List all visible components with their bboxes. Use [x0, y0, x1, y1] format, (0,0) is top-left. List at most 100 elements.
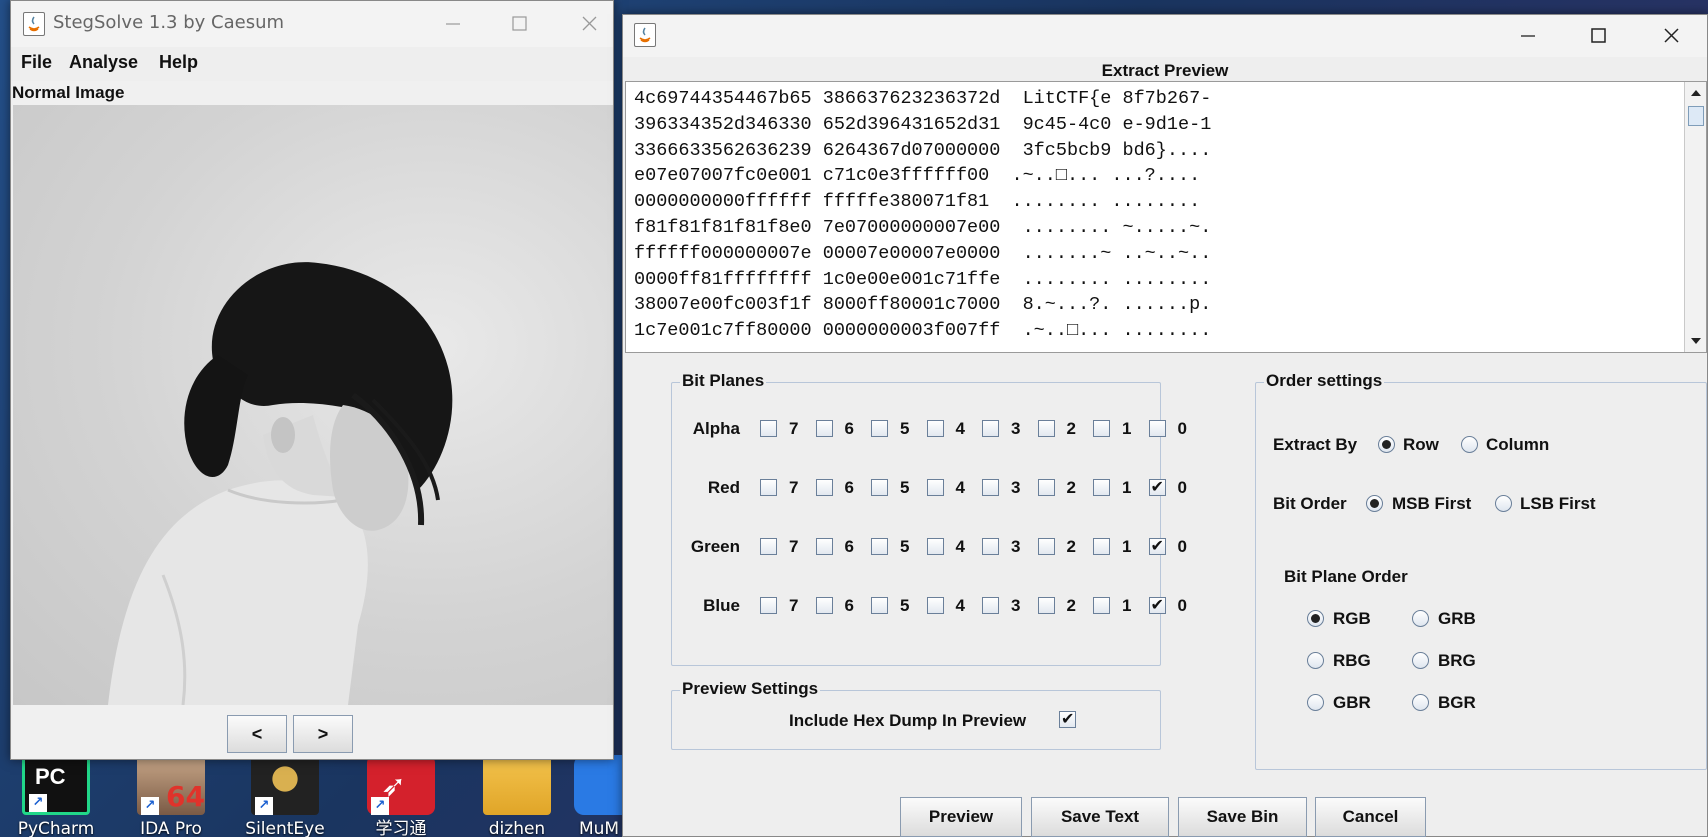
bit-plane-checkbox-green-1[interactable] — [1093, 538, 1110, 555]
desktop-icon-pycharm[interactable]: PC ↗ PyCharm — [8, 755, 104, 837]
close-button[interactable] — [1651, 21, 1691, 51]
menu-file[interactable]: File — [21, 52, 52, 73]
plane-order-rgb-radio[interactable] — [1307, 610, 1324, 627]
save-text-button[interactable]: Save Text — [1031, 797, 1169, 837]
bit-plane-checkbox-alpha-0[interactable] — [1148, 420, 1166, 437]
hex-dump-line: 396334352d346330 652d396431652d31 9c45-4… — [634, 113, 1212, 135]
bit-plane-row-label-red: Red — [707, 478, 740, 497]
maximize-button[interactable] — [1578, 21, 1618, 51]
desktop-icon-label: MuM — [578, 819, 620, 837]
scroll-up-icon[interactable] — [1688, 85, 1704, 101]
bit-number-label: 3 — [1011, 596, 1021, 615]
bit-order-label: Bit Order — [1273, 494, 1347, 513]
desktop-icon-dizhen[interactable]: dizhen — [469, 755, 565, 837]
bit-number-label: 0 — [1177, 537, 1187, 556]
bit-plane-checkbox-red-2[interactable] — [1037, 479, 1055, 496]
bit-plane-checkbox-red-1[interactable] — [1093, 479, 1110, 496]
bit-number-label: 3 — [1011, 537, 1021, 556]
bit-plane-checkbox-alpha-5[interactable] — [871, 420, 888, 437]
bit-plane-checkbox-blue-5[interactable] — [871, 597, 888, 614]
hex-dump-line: 0000ff81ffffffff 1c0e00e001c71ffe ......… — [634, 268, 1212, 290]
vertical-scrollbar[interactable] — [1684, 82, 1706, 352]
scroll-thumb[interactable] — [1688, 106, 1704, 126]
previous-button[interactable]: < — [227, 715, 287, 753]
bit-plane-order-label: Bit Plane Order — [1284, 567, 1408, 586]
bit-plane-checkbox-red-6[interactable] — [815, 479, 833, 496]
bit-plane-checkbox-blue-4[interactable] — [926, 597, 944, 614]
lsb-first-radio[interactable] — [1495, 495, 1512, 512]
maximize-button[interactable] — [499, 9, 539, 39]
minimize-button[interactable] — [433, 9, 473, 39]
bit-planes-title: Bit Planes — [680, 371, 767, 391]
hex-dump-line: 38007e00fc003f1f 8000ff80001c7000 8.~...… — [634, 294, 1212, 316]
bit-plane-checkbox-green-2[interactable] — [1037, 538, 1055, 555]
bit-number-label: 4 — [955, 596, 965, 615]
bit-plane-checkbox-red-0[interactable] — [1148, 477, 1166, 496]
bit-plane-checkbox-red-7[interactable] — [760, 479, 777, 496]
desktop-icon-mumu[interactable]: MuM — [574, 755, 624, 837]
bit-plane-checkbox-green-4[interactable] — [926, 538, 944, 555]
bit-plane-checkbox-green-6[interactable] — [815, 538, 833, 555]
plane-order-grb-radio[interactable] — [1412, 610, 1429, 627]
minimize-button[interactable] — [1508, 21, 1548, 51]
bit-plane-checkbox-alpha-4[interactable] — [926, 420, 944, 437]
stegsolve-window: StegSolve 1.3 by Caesum File Analyse Hel… — [10, 0, 614, 760]
scroll-down-icon[interactable] — [1688, 333, 1704, 349]
java-icon — [634, 23, 656, 47]
preview-button[interactable]: Preview — [900, 797, 1022, 837]
hex-dump-line: f81f81f81f81f8e0 7e07000000007e00 ......… — [634, 216, 1212, 238]
bit-plane-checkbox-alpha-6[interactable] — [815, 420, 833, 437]
bit-number-label: 7 — [789, 419, 799, 438]
bit-number-label: 1 — [1122, 419, 1132, 438]
bit-plane-checkbox-blue-1[interactable] — [1093, 597, 1110, 614]
close-button[interactable] — [569, 9, 609, 39]
extract-by-row-radio[interactable] — [1378, 436, 1395, 453]
bit-plane-checkbox-alpha-3[interactable] — [982, 420, 999, 437]
desktop-icon-label: PyCharm — [17, 819, 95, 837]
lsb-first-label: LSB First — [1520, 494, 1596, 513]
bit-plane-checkbox-blue-2[interactable] — [1037, 597, 1055, 614]
menu-help[interactable]: Help — [159, 52, 198, 73]
cancel-button[interactable]: Cancel — [1315, 797, 1426, 837]
bit-plane-checkbox-red-5[interactable] — [871, 479, 888, 496]
extract-by-label: Extract By — [1273, 435, 1358, 454]
bit-plane-checkbox-alpha-2[interactable] — [1037, 420, 1055, 437]
preview-settings-title: Preview Settings — [680, 679, 821, 699]
bit-plane-checkbox-green-3[interactable] — [982, 538, 999, 555]
next-button[interactable]: > — [293, 715, 353, 753]
bit-plane-checkbox-red-4[interactable] — [926, 479, 944, 496]
plane-order-bgr-radio[interactable] — [1412, 694, 1429, 711]
bit-plane-checkbox-red-3[interactable] — [982, 479, 999, 496]
bit-number-label: 7 — [789, 478, 799, 497]
desktop-icon-silenteye[interactable]: ↗ SilentEye — [237, 755, 333, 837]
extract-by-column-label: Column — [1486, 435, 1550, 454]
bit-plane-checkbox-blue-7[interactable] — [760, 597, 777, 614]
desktop-icon-label: SilentEye — [245, 819, 325, 837]
hex-dump-checkbox[interactable] — [1059, 709, 1076, 728]
bit-plane-checkbox-blue-0[interactable] — [1148, 595, 1166, 614]
plane-order-brg-radio[interactable] — [1412, 652, 1429, 669]
title-bar[interactable] — [623, 15, 1707, 57]
desktop-icon-label: IDA Pro — [140, 819, 202, 837]
bit-plane-checkbox-green-7[interactable] — [760, 538, 777, 555]
msb-first-radio[interactable] — [1366, 495, 1383, 512]
bit-plane-checkbox-green-0[interactable] — [1148, 536, 1166, 555]
extract-preview-text[interactable]: 4c69744354467b65 386637623236372d LitCTF… — [625, 81, 1707, 353]
panel-title: Extract Preview — [1101, 61, 1229, 80]
menu-analyse[interactable]: Analyse — [69, 52, 138, 73]
extract-by-column-radio[interactable] — [1461, 436, 1478, 453]
pycharm-icon: PC ↗ — [22, 755, 90, 815]
bit-number-label: 2 — [1066, 537, 1076, 556]
title-bar[interactable]: StegSolve 1.3 by Caesum — [11, 1, 613, 47]
bit-plane-checkbox-blue-6[interactable] — [815, 597, 833, 614]
plane-order-gbr-radio[interactable] — [1307, 694, 1324, 711]
plane-order-rbg-radio[interactable] — [1307, 652, 1324, 669]
bit-plane-checkbox-alpha-7[interactable] — [760, 420, 777, 437]
save-bin-button[interactable]: Save Bin — [1178, 797, 1307, 837]
bit-plane-checkbox-alpha-1[interactable] — [1093, 420, 1110, 437]
extract-preview-window: Extract Preview 4c69744354467b65 3866376… — [622, 14, 1708, 837]
desktop-icon-xuexitong[interactable]: ➶ ↗ 学习通 — [353, 755, 449, 837]
bit-plane-checkbox-blue-3[interactable] — [982, 597, 999, 614]
bit-plane-checkbox-green-5[interactable] — [871, 538, 888, 555]
desktop-icon-ida-pro[interactable]: 64 ↗ IDA Pro — [123, 755, 219, 837]
